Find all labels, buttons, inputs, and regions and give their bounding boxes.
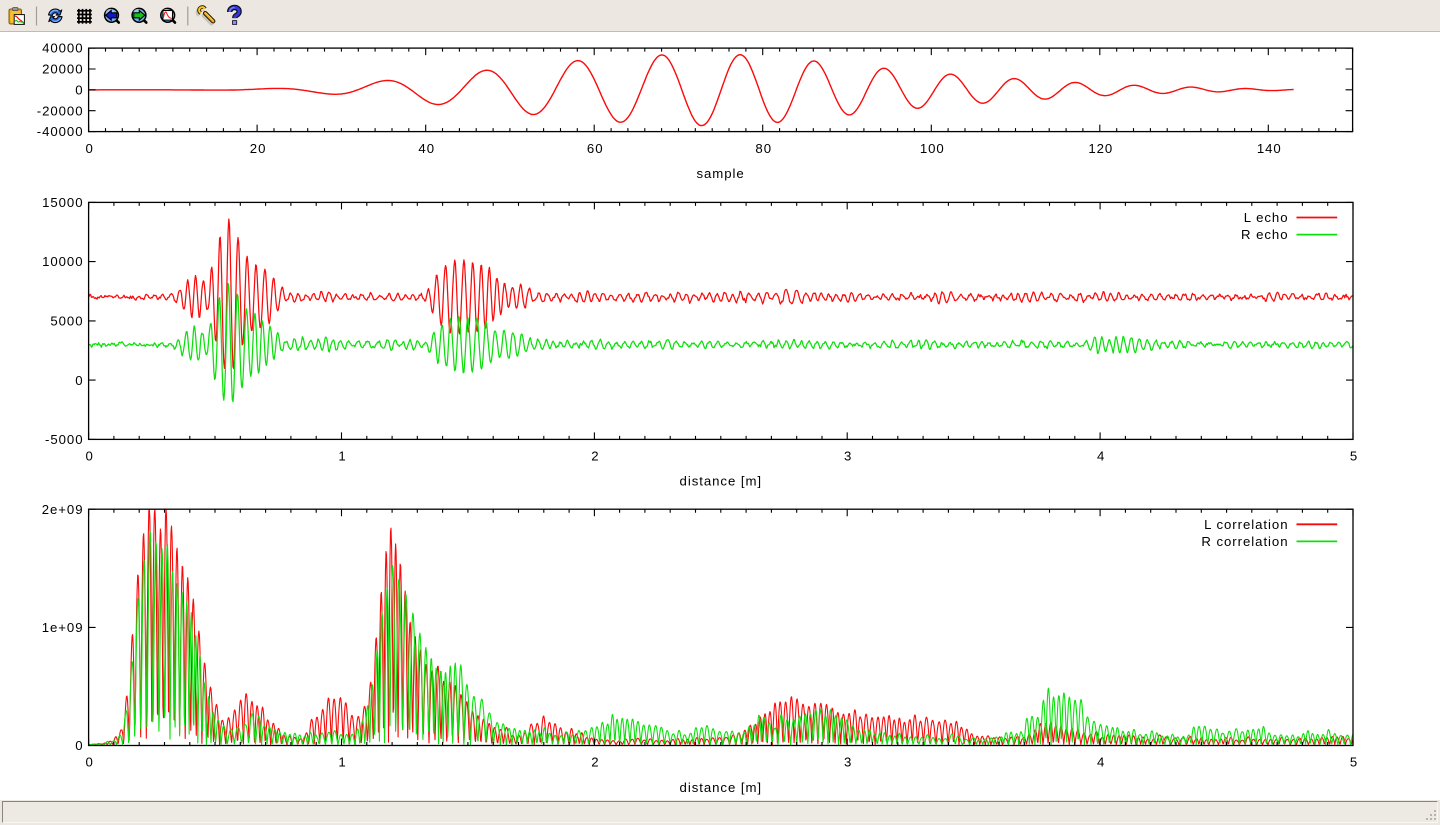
svg-text:-20000: -20000 xyxy=(37,103,84,118)
svg-text:140: 140 xyxy=(1257,141,1282,156)
svg-text:R correlation: R correlation xyxy=(1201,534,1288,549)
svg-text:40000: 40000 xyxy=(42,41,83,56)
svg-text:40: 40 xyxy=(418,141,435,156)
svg-text:L correlation: L correlation xyxy=(1204,517,1288,532)
svg-text:3: 3 xyxy=(844,449,852,464)
svg-text:0: 0 xyxy=(75,373,83,388)
svg-text:0: 0 xyxy=(75,82,83,97)
svg-text:3: 3 xyxy=(844,755,852,770)
svg-text:distance [m]: distance [m] xyxy=(680,473,763,488)
svg-text:20000: 20000 xyxy=(42,62,83,77)
svg-text:2: 2 xyxy=(591,755,599,770)
svg-text:1: 1 xyxy=(338,755,346,770)
svg-text:4: 4 xyxy=(1097,449,1105,464)
svg-text:20: 20 xyxy=(250,141,267,156)
svg-text:distance [m]: distance [m] xyxy=(680,780,763,795)
svg-text:5000: 5000 xyxy=(50,314,83,329)
svg-text:sample: sample xyxy=(696,166,744,181)
svg-text:1: 1 xyxy=(338,449,346,464)
svg-text:2e+09: 2e+09 xyxy=(42,502,84,517)
svg-text:15000: 15000 xyxy=(42,195,83,210)
svg-text:5: 5 xyxy=(1350,449,1358,464)
svg-text:80: 80 xyxy=(755,141,772,156)
svg-text:0: 0 xyxy=(85,141,93,156)
svg-text:2: 2 xyxy=(591,449,599,464)
svg-text:1e+09: 1e+09 xyxy=(42,620,84,635)
svg-text:120: 120 xyxy=(1088,141,1113,156)
svg-text:60: 60 xyxy=(587,141,604,156)
svg-text:L echo: L echo xyxy=(1244,210,1289,225)
svg-text:10000: 10000 xyxy=(42,254,83,269)
svg-text:0: 0 xyxy=(85,755,93,770)
svg-text:5: 5 xyxy=(1350,755,1358,770)
svg-text:100: 100 xyxy=(920,141,945,156)
svg-text:R echo: R echo xyxy=(1241,227,1288,242)
svg-text:-40000: -40000 xyxy=(37,124,84,139)
svg-text:-5000: -5000 xyxy=(45,432,83,447)
svg-text:4: 4 xyxy=(1097,755,1105,770)
svg-text:0: 0 xyxy=(75,738,83,753)
svg-text:0: 0 xyxy=(85,449,93,464)
